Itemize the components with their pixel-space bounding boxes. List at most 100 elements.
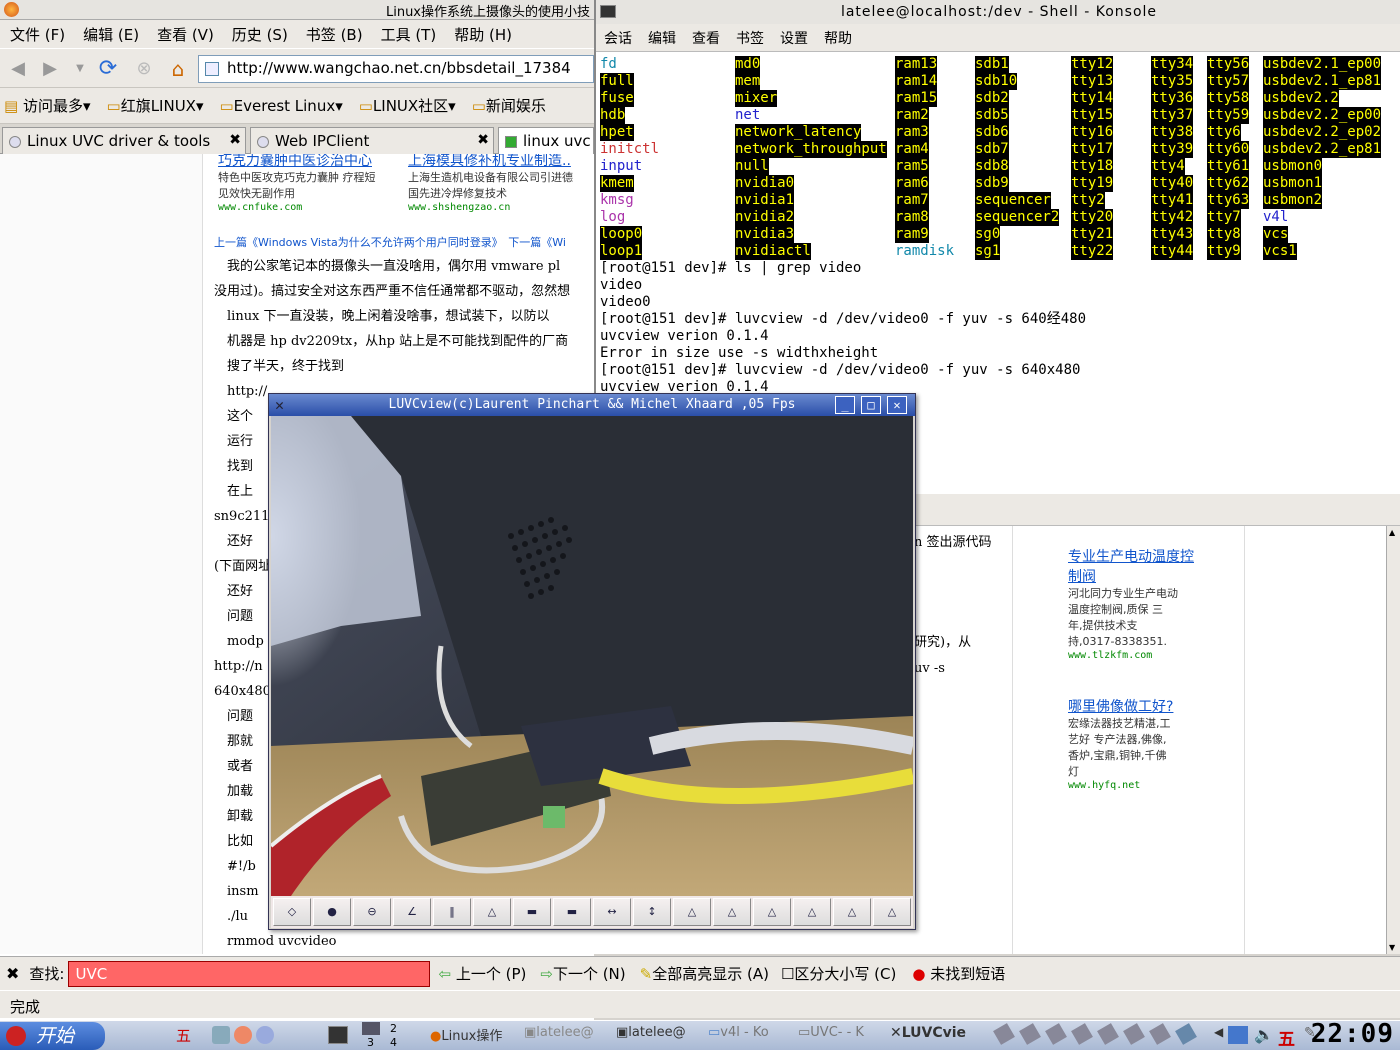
network-launch-icon[interactable]	[256, 1026, 274, 1044]
quicklaunch-icon[interactable]	[212, 1026, 230, 1044]
task-v4l[interactable]: ▭v4l - Ko	[708, 1025, 769, 1040]
bookmark-linux-community[interactable]: ▭LINUX社区▾	[359, 95, 456, 116]
camera-control-button[interactable]: ▬	[513, 898, 551, 926]
desktop-4[interactable]: 4	[390, 1036, 397, 1049]
close-findbar-icon[interactable]: ✖	[6, 964, 19, 983]
bookmark-redflag[interactable]: ▭红旗LINUX▾	[107, 95, 204, 116]
desktop-3[interactable]: 3	[367, 1036, 374, 1049]
task-firefox[interactable]: ●Linux操作	[430, 1025, 502, 1044]
find-next-button[interactable]: ⇨下一个 (N)	[540, 963, 625, 984]
camera-control-button[interactable]: ⊖	[353, 898, 391, 926]
menu-file[interactable]: 文件 (F)	[10, 24, 65, 45]
back-arrow-icon[interactable]: ◀	[6, 58, 30, 80]
side-ad-url[interactable]: www.tlzkfm.com	[1068, 650, 1198, 661]
usb-icon[interactable]	[1175, 1023, 1197, 1045]
ad-url[interactable]: www.shshengzao.cn	[408, 202, 594, 213]
menu-bookmarks[interactable]: 书签 (B)	[306, 24, 363, 45]
plug-icon[interactable]	[1123, 1023, 1145, 1045]
firefox-titlebar[interactable]: Linux操作系统上摄像头的使用小技	[0, 0, 594, 20]
menu-help[interactable]: 帮助 (H)	[454, 24, 512, 45]
tray-expand-icon[interactable]: ◀	[1214, 1025, 1223, 1039]
scroll-down-icon[interactable]: ▼	[1389, 943, 1395, 952]
camera-control-button[interactable]: △	[473, 898, 511, 926]
menu-view[interactable]: 查看 (V)	[157, 24, 214, 45]
plug-icon[interactable]	[1045, 1023, 1067, 1045]
desktop-1[interactable]	[362, 1022, 380, 1035]
highlight-all-button[interactable]: ✎全部高亮显示 (A)	[640, 963, 769, 984]
minimize-icon[interactable]: _	[835, 396, 855, 414]
menu-session[interactable]: 会话	[604, 28, 632, 48]
ad-url[interactable]: www.cnfuke.com	[218, 202, 403, 213]
menu-edit[interactable]: 编辑 (E)	[83, 24, 139, 45]
maximize-icon[interactable]: □	[861, 396, 881, 414]
menu-history[interactable]: 历史 (S)	[232, 24, 288, 45]
find-input[interactable]: UVC	[68, 960, 431, 987]
camera-control-button[interactable]: ↔	[593, 898, 631, 926]
side-ad-link[interactable]: 哪里佛像做工好?	[1068, 696, 1198, 716]
terminal-launch-icon[interactable]	[328, 1026, 348, 1044]
menu-help[interactable]: 帮助	[824, 28, 852, 48]
bookmark-everest[interactable]: ▭Everest Linux▾	[219, 97, 342, 115]
ime-indicator[interactable]: 五	[176, 1025, 191, 1046]
camera-control-button[interactable]: △	[833, 898, 871, 926]
menu-edit[interactable]: 编辑	[648, 28, 676, 48]
network-tray-icon[interactable]	[1228, 1026, 1248, 1044]
camera-control-button[interactable]: △	[793, 898, 831, 926]
prev-next-links[interactable]: 上一篇《Windows Vista为什么不允许两个用户同时登录》 下一篇《Wi	[214, 234, 566, 250]
plug-icon[interactable]	[1071, 1023, 1093, 1045]
side-ad-link[interactable]: 专业生产电动温度控制阀	[1068, 546, 1198, 586]
plug-icon[interactable]	[1149, 1023, 1171, 1045]
camera-control-button[interactable]: ‖	[433, 898, 471, 926]
tab-strip: Linux UVC driver & tools ✖ Web IPClient ✖ …	[0, 124, 594, 154]
find-previous-button[interactable]: ⇦ 上一个 (P)	[438, 963, 526, 984]
plug-icon[interactable]	[993, 1023, 1015, 1045]
task-uvc[interactable]: ▭UVC- - K	[798, 1025, 864, 1040]
menu-tools[interactable]: 工具 (T)	[381, 24, 437, 45]
tray-ime-indicator[interactable]: 五	[1278, 1025, 1295, 1050]
camera-control-button[interactable]: △	[873, 898, 911, 926]
tab-web-ipclient[interactable]: Web IPClient ✖	[250, 127, 494, 154]
menu-view[interactable]: 查看	[692, 28, 720, 48]
plug-icon[interactable]	[1097, 1023, 1119, 1045]
tab-linux-uvc-driver[interactable]: Linux UVC driver & tools ✖	[2, 127, 246, 154]
close-tab-icon[interactable]: ✖	[477, 132, 489, 148]
camera-control-button[interactable]: ∠	[393, 898, 431, 926]
history-dropdown-icon[interactable]: ▼	[68, 58, 92, 80]
camera-control-button[interactable]: △	[753, 898, 791, 926]
volume-icon[interactable]: 🔈	[1254, 1025, 1274, 1044]
scroll-up-icon[interactable]: ▲	[1389, 528, 1395, 537]
camera-control-button[interactable]: △	[673, 898, 711, 926]
task-konsole-2[interactable]: ▣latelee@	[616, 1025, 686, 1040]
menu-bookmarks[interactable]: 书签	[736, 28, 764, 48]
luvcview-titlebar[interactable]: ✕ LUVCview(c)Laurent Pinchart && Michel …	[269, 394, 915, 416]
task-konsole-1[interactable]: ▣latelee@	[524, 1025, 594, 1040]
plug-icon[interactable]	[1019, 1023, 1041, 1045]
stop-icon[interactable]: ⊗	[132, 58, 156, 80]
camera-control-button[interactable]: ↕	[633, 898, 671, 926]
bookmark-news[interactable]: ▭新闻娱乐	[472, 95, 546, 116]
close-icon[interactable]: ✕	[887, 396, 907, 414]
menu-settings[interactable]: 设置	[780, 28, 808, 48]
camera-control-button[interactable]: ◇	[273, 898, 311, 926]
desktop-pager[interactable]: 2 3 4	[362, 1022, 402, 1050]
konsole-titlebar[interactable]: latelee@localhost:/dev - Shell - Konsole	[596, 0, 1400, 24]
camera-control-button[interactable]: ▬	[553, 898, 591, 926]
tab-linux-uvc[interactable]: linux uvc	[498, 127, 594, 154]
clock[interactable]: 22:09	[1311, 1019, 1394, 1049]
desktop-2[interactable]: 2	[390, 1022, 397, 1035]
close-tab-icon[interactable]: ✖	[229, 132, 241, 148]
bookmark-most-visited[interactable]: ▤ 访问最多▾	[4, 95, 91, 116]
ad-link[interactable]: 上海模具修补机专业制造..	[408, 154, 594, 170]
task-luvcview[interactable]: ✕LUVCvie	[890, 1025, 966, 1041]
reload-icon[interactable]: ⟳	[96, 58, 120, 80]
camera-control-button[interactable]: △	[713, 898, 751, 926]
url-bar[interactable]: http://www.wangchao.net.cn/bbsdetail_173…	[198, 55, 594, 83]
camera-control-button[interactable]: ●	[313, 898, 351, 926]
forward-arrow-icon[interactable]: ▶	[38, 58, 62, 80]
match-case-checkbox[interactable]: ☐区分大小写 (C)	[781, 963, 896, 984]
vertical-scrollbar[interactable]: ▲ ▼	[1386, 526, 1400, 954]
firefox-launch-icon[interactable]	[234, 1026, 252, 1044]
ad-link[interactable]: 巧克力囊肿中医诊治中心	[218, 154, 403, 170]
home-icon[interactable]: ⌂	[166, 58, 190, 80]
side-ad-url[interactable]: www.hyfq.net	[1068, 780, 1198, 791]
